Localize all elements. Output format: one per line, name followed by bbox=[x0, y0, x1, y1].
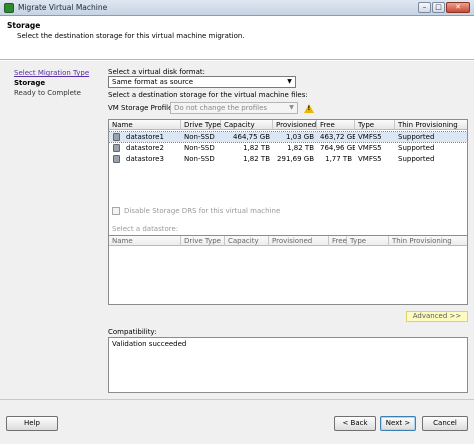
help-button[interactable]: Help bbox=[6, 416, 58, 431]
cell-capacity: 464,75 GB bbox=[233, 133, 270, 141]
vm-profile-label: VM Storage Profile: bbox=[108, 104, 175, 112]
cell-thin-provisioning: Supported bbox=[398, 133, 435, 141]
chevron-down-icon: ▼ bbox=[287, 78, 292, 85]
dest-storage-label: Select a destination storage for the vir… bbox=[108, 91, 308, 99]
column-header-thin-provisioning[interactable]: Thin Provisioning bbox=[395, 120, 467, 130]
compatibility-box: Validation succeeded bbox=[108, 337, 468, 393]
compatibility-status: Validation succeeded bbox=[112, 340, 187, 348]
chevron-down-icon: ▼ bbox=[289, 104, 294, 111]
column-header-type[interactable]: Type bbox=[355, 120, 395, 130]
disable-drs-label: Disable Storage DRS for this virtual mac… bbox=[124, 207, 281, 215]
column-header-drive-type: Drive Type bbox=[181, 236, 225, 246]
wizard-header: Storage Select the destination storage f… bbox=[0, 16, 474, 60]
disable-drs-checkbox bbox=[112, 207, 120, 215]
table-row[interactable]: datastore2 Non-SSD 1,82 TB 1,82 TB 764,9… bbox=[109, 143, 467, 153]
datastore-icon bbox=[113, 133, 120, 141]
column-header-capacity[interactable]: Capacity bbox=[221, 120, 273, 130]
cell-type: VMFS5 bbox=[358, 144, 382, 152]
datastore-icon bbox=[113, 144, 120, 152]
column-header-free[interactable]: Free bbox=[317, 120, 355, 130]
vm-profile-select: Do not change the profiles ▼ bbox=[170, 102, 298, 114]
cell-capacity: 1,82 TB bbox=[243, 144, 270, 152]
page-title: Storage bbox=[7, 21, 41, 30]
wizard-steps-nav: Select Migration Type Storage Ready to C… bbox=[14, 69, 100, 99]
cell-name: datastore1 bbox=[126, 133, 164, 141]
datastore-table-header: Name Drive Type Capacity Provisioned Fre… bbox=[109, 120, 467, 130]
cell-name: datastore2 bbox=[126, 144, 164, 152]
cell-provisioned: 1,82 TB bbox=[287, 144, 314, 152]
cell-provisioned: 291,69 GB bbox=[277, 155, 314, 163]
next-button[interactable]: Next > bbox=[380, 416, 416, 431]
minimize-button[interactable]: – bbox=[418, 2, 431, 13]
disk-format-value: Same format as source bbox=[112, 78, 194, 86]
cell-drive-type: Non-SSD bbox=[184, 155, 215, 163]
cell-type: VMFS5 bbox=[358, 155, 382, 163]
column-header-provisioned: Provisioned bbox=[269, 236, 329, 246]
select-datastore-table-header: Name Drive Type Capacity Provisioned Fre… bbox=[109, 236, 467, 246]
wizard-body: Select Migration Type Storage Ready to C… bbox=[0, 61, 474, 399]
datastore-icon bbox=[113, 155, 120, 163]
compatibility-label: Compatibility: bbox=[108, 328, 157, 336]
nav-step-ready-to-complete: Ready to Complete bbox=[14, 89, 81, 97]
cell-thin-provisioning: Supported bbox=[398, 144, 435, 152]
cancel-button[interactable]: Cancel bbox=[422, 416, 468, 431]
vm-profile-value: Do not change the profiles bbox=[174, 104, 268, 112]
window-title: Migrate Virtual Machine bbox=[18, 3, 108, 12]
cell-capacity: 1,82 TB bbox=[243, 155, 270, 163]
cell-free: 1,77 TB bbox=[325, 155, 352, 163]
cell-free: 463,72 GB bbox=[320, 133, 355, 141]
column-header-name[interactable]: Name bbox=[109, 120, 181, 130]
close-button[interactable]: ✕ bbox=[446, 2, 470, 13]
column-header-free: Free bbox=[329, 236, 347, 246]
cell-thin-provisioning: Supported bbox=[398, 155, 435, 163]
advanced-button[interactable]: Advanced >> bbox=[406, 311, 468, 322]
column-header-drive-type[interactable]: Drive Type bbox=[181, 120, 221, 130]
column-header-thin-provisioning: Thin Provisioning bbox=[392, 237, 452, 245]
cell-free: 764,96 GB bbox=[320, 144, 355, 152]
cell-drive-type: Non-SSD bbox=[184, 144, 215, 152]
cell-name: datastore3 bbox=[126, 155, 164, 163]
disk-format-label: Select a virtual disk format: bbox=[108, 68, 205, 76]
wizard-footer: Help < Back Next > Cancel bbox=[0, 399, 474, 444]
disk-format-select[interactable]: Same format as source ▼ bbox=[108, 76, 296, 88]
select-datastore-label: Select a datastore: bbox=[112, 225, 179, 233]
table-row[interactable]: datastore3 Non-SSD 1,82 TB 291,69 GB 1,7… bbox=[109, 154, 467, 164]
maximize-button[interactable]: □ bbox=[432, 2, 445, 13]
column-header-name: Name bbox=[109, 236, 181, 246]
vsphere-app-icon bbox=[4, 3, 14, 13]
window-titlebar: Migrate Virtual Machine – □ ✕ bbox=[0, 0, 474, 16]
column-header-provisioned[interactable]: Provisioned bbox=[273, 120, 317, 130]
nav-step-select-migration-type[interactable]: Select Migration Type bbox=[14, 69, 100, 78]
column-header-type: Type bbox=[347, 236, 389, 246]
select-datastore-table: Name Drive Type Capacity Provisioned Fre… bbox=[108, 235, 468, 305]
cell-drive-type: Non-SSD bbox=[184, 133, 215, 141]
cell-provisioned: 1,03 GB bbox=[285, 133, 314, 141]
table-row[interactable]: datastore1 Non-SSD 464,75 GB 1,03 GB 463… bbox=[109, 131, 467, 143]
column-header-capacity: Capacity bbox=[225, 236, 269, 246]
back-button[interactable]: < Back bbox=[334, 416, 376, 431]
warning-icon bbox=[304, 104, 314, 113]
page-subtitle: Select the destination storage for this … bbox=[17, 32, 245, 40]
cell-type: VMFS5 bbox=[358, 133, 382, 141]
nav-step-storage: Storage bbox=[14, 79, 46, 87]
